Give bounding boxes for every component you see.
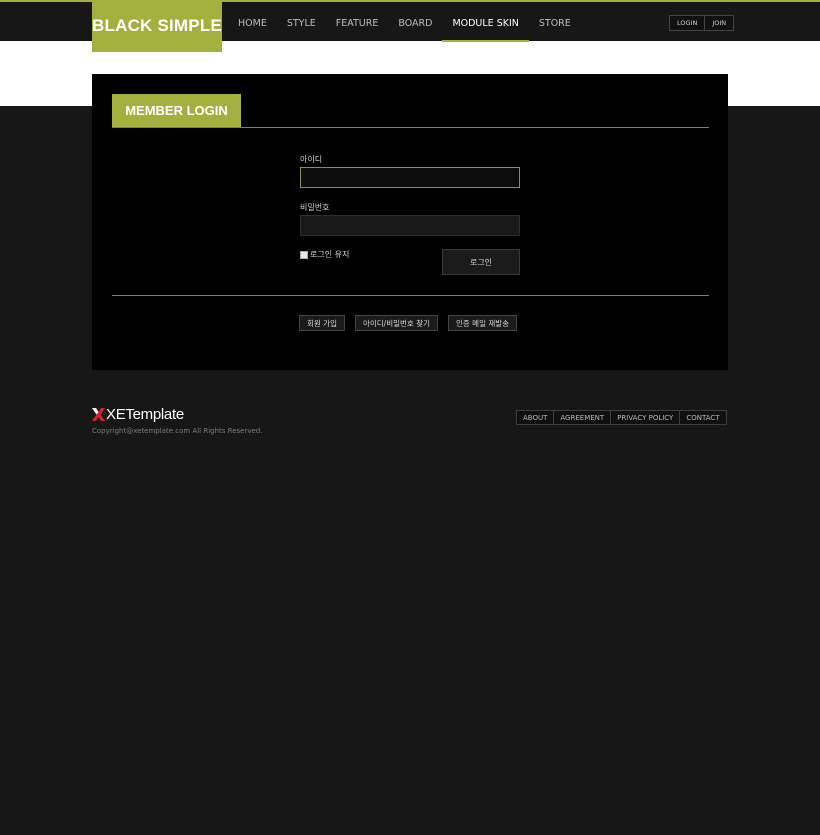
footer-nav: ABOUT AGREEMENT PRIVACY POLICY CONTACT (516, 410, 727, 425)
remember-checkbox[interactable] (300, 250, 308, 259)
remember-login[interactable]: 로그인 유지 (300, 249, 349, 260)
nav-feature[interactable]: FEATURE (326, 4, 389, 42)
resend-auth-mail-button[interactable]: 인증 메일 재발송 (448, 315, 518, 331)
nav-style[interactable]: STYLE (277, 4, 326, 42)
copyright-text: Copyright@xetemplate.com All Rights Rese… (92, 427, 263, 435)
login-panel: MEMBER LOGIN 아이디 비밀번호 로그인 유지 로그인 회원 가입 아… (92, 74, 728, 370)
footer-link-agreement[interactable]: AGREEMENT (553, 411, 611, 424)
footer-link-privacy-policy[interactable]: PRIVACY POLICY (610, 411, 680, 424)
login-link[interactable]: LOGIN (670, 16, 705, 30)
login-button[interactable]: 로그인 (442, 249, 520, 275)
nav-store[interactable]: STORE (529, 4, 581, 42)
password-label: 비밀번호 (300, 203, 330, 212)
nav-board[interactable]: BOARD (388, 4, 442, 42)
footer-brand: XETemplate (106, 406, 184, 423)
form-divider (112, 295, 709, 296)
main-nav: HOME STYLE FEATURE BOARD MODULE SKIN STO… (228, 4, 581, 42)
join-link[interactable]: JOIN (704, 16, 734, 30)
footer-logo[interactable]: XETemplate (92, 406, 184, 423)
password-input[interactable] (300, 215, 520, 236)
footer-link-about[interactable]: ABOUT (517, 411, 554, 424)
account-help-links: 회원 가입 아이디/비밀번호 찾기 인증 메일 재발송 (299, 315, 518, 331)
title-divider (112, 127, 709, 128)
nav-module-skin[interactable]: MODULE SKIN (442, 4, 530, 42)
find-account-button[interactable]: 아이디/비밀번호 찾기 (354, 315, 438, 331)
id-input[interactable] (300, 167, 520, 188)
id-label: 아이디 (300, 155, 323, 164)
footer-link-contact[interactable]: CONTACT (679, 411, 726, 424)
site-logo[interactable]: BLACK SIMPLE (92, 0, 222, 52)
nav-home[interactable]: HOME (228, 4, 277, 42)
remember-label: 로그인 유지 (310, 250, 350, 259)
signup-button[interactable]: 회원 가입 (299, 315, 345, 331)
account-links: LOGIN JOIN (669, 15, 735, 31)
panel-title: MEMBER LOGIN (112, 94, 241, 127)
x-logo-icon (92, 408, 105, 421)
